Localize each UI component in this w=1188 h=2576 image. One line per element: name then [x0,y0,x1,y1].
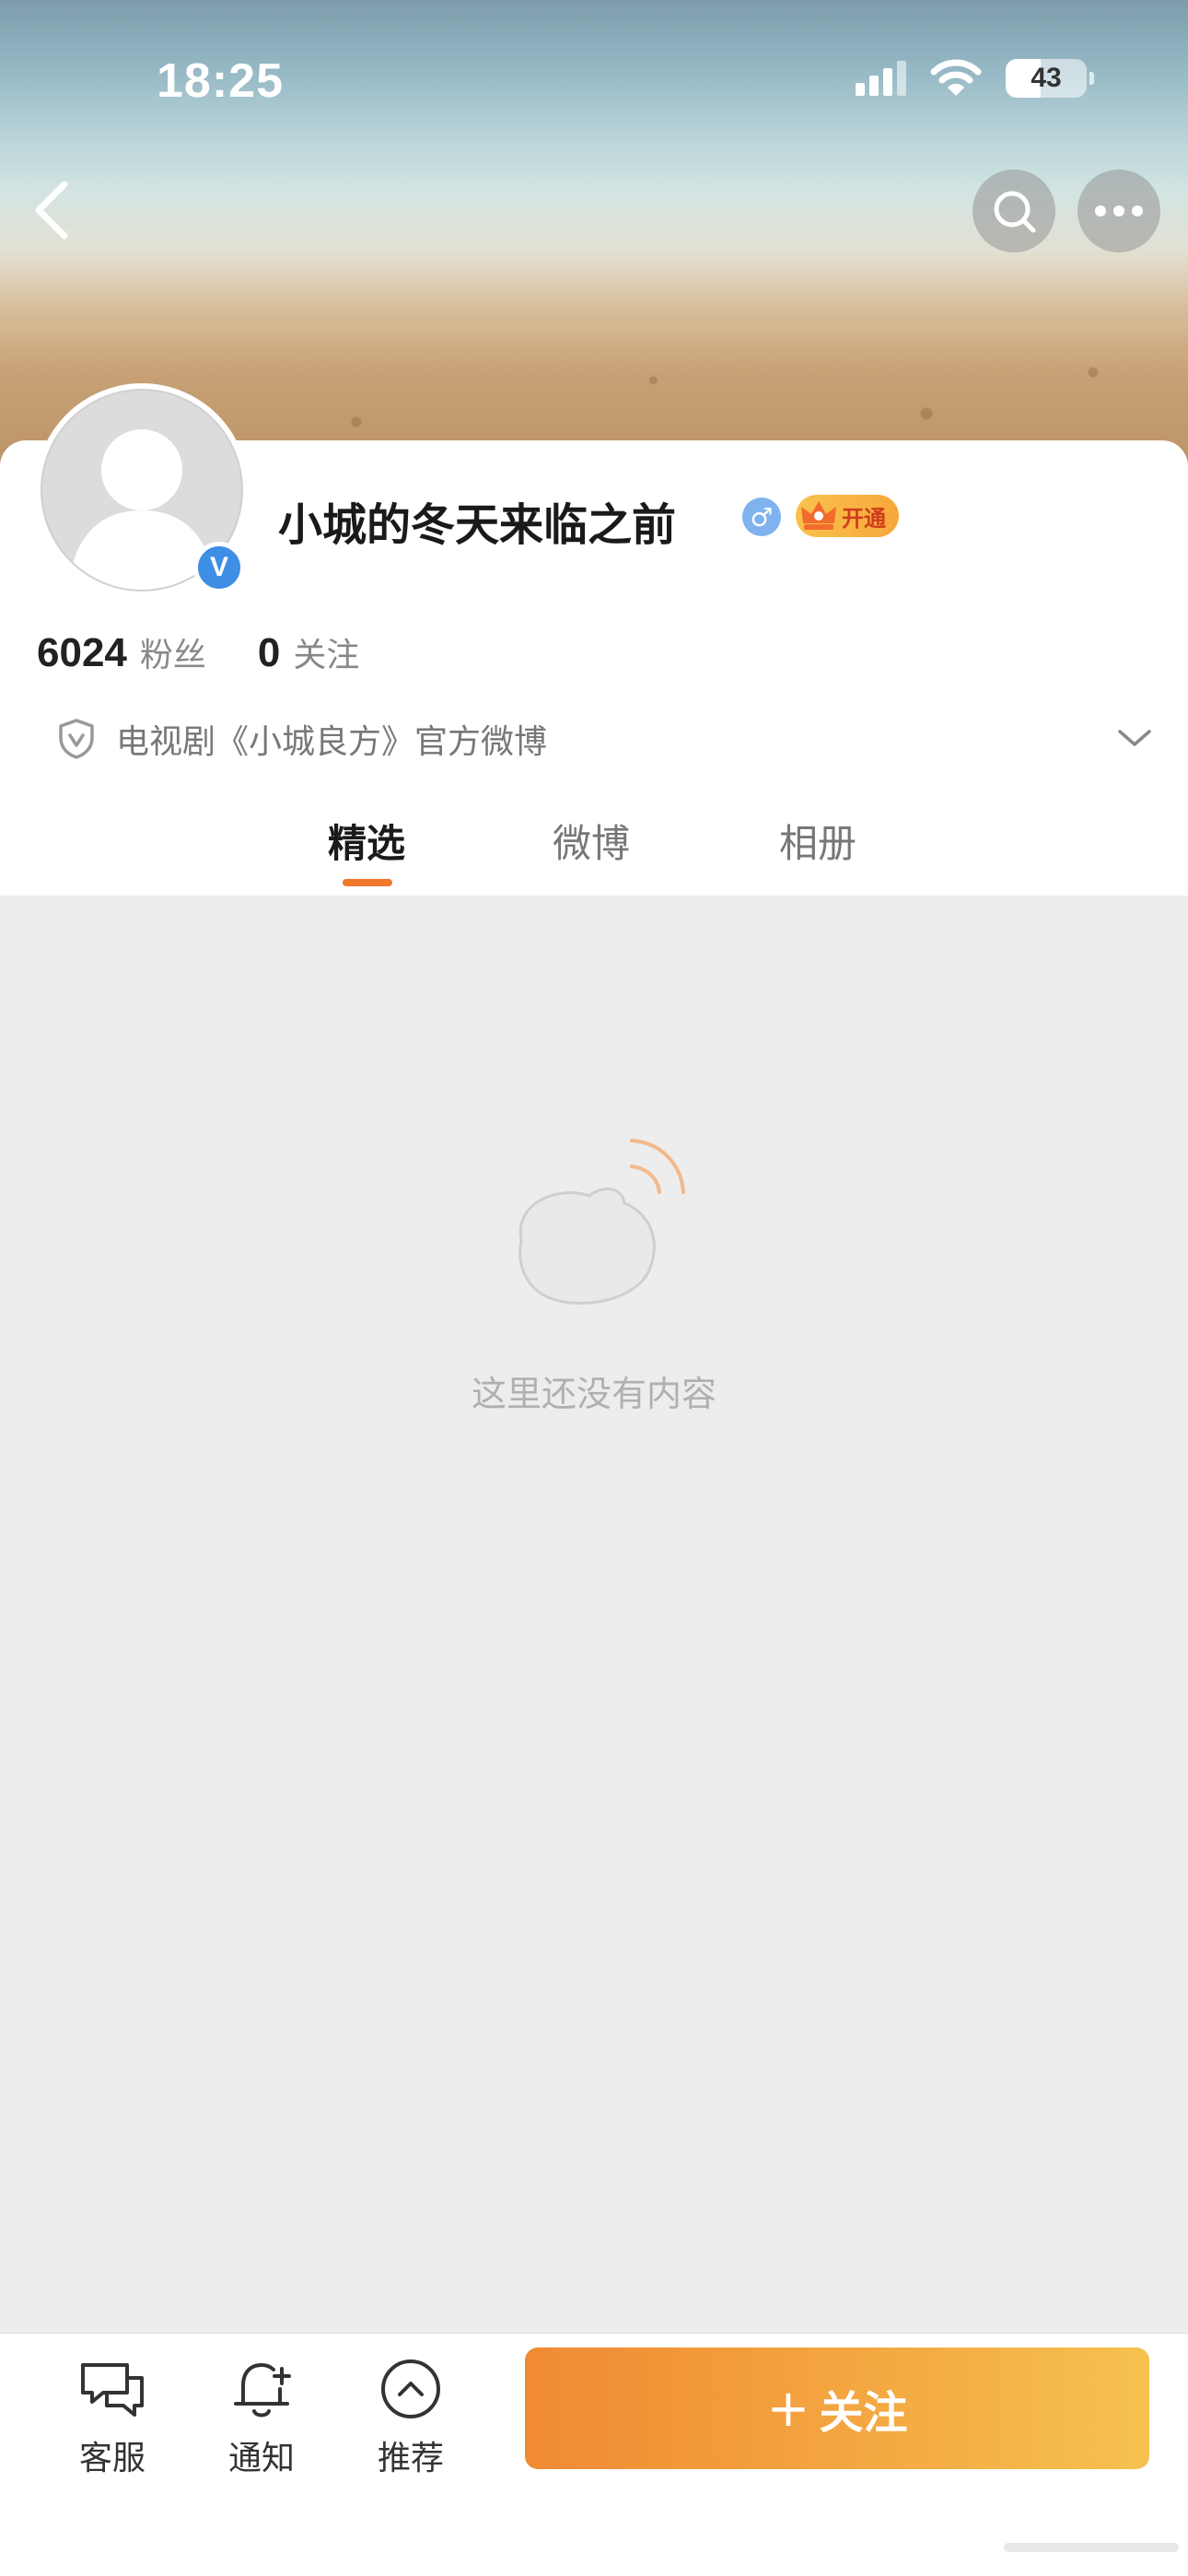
chevron-up-circle-icon [381,2359,440,2418]
notify-button[interactable]: 通知 [206,2352,317,2479]
status-time: 18:25 [157,54,284,108]
chat-icon [81,2363,144,2417]
chevron-down-icon[interactable] [1116,724,1153,752]
chevron-left-icon [35,181,68,240]
search-icon [994,191,1036,233]
back-button[interactable] [24,175,79,245]
customer-service-label: 客服 [78,2440,146,2477]
plus-icon: + [766,2378,810,2439]
tab-weibo[interactable]: 微博 [553,813,630,869]
profile-name: 小城的冬天来临之前 [278,499,677,551]
following-count[interactable]: 0 [258,630,280,676]
profile-stats: 6024 粉丝 0 关注 [37,628,359,676]
tab-album[interactable]: 相册 [779,813,856,869]
wifi-icon [930,59,982,96]
customer-service-button[interactable]: 客服 [57,2352,168,2479]
verified-badge-icon: V [193,542,245,593]
more-dots-icon [1095,205,1143,217]
verification-text: 电视剧《小城良方》官方微博 [116,723,548,761]
battery-level: 43 [1031,63,1062,93]
status-bar-icons: 43 [856,55,1094,101]
recommend-button[interactable]: 推荐 [355,2352,466,2479]
battery-icon: 43 [1006,59,1094,98]
vip-open-badge[interactable]: 开通 [796,495,899,537]
notify-label: 通知 [227,2440,295,2477]
active-tab-indicator [343,879,392,886]
search-button[interactable] [973,170,1055,252]
follow-button[interactable]: + 关注 [525,2348,1149,2469]
empty-weibo-logo-icon [518,1139,685,1306]
crown-icon [801,501,836,530]
home-indicator[interactable] [1004,2543,1179,2552]
cellular-signal-icon [856,61,906,96]
tab-featured[interactable]: 精选 [328,813,405,869]
more-button[interactable] [1077,170,1160,252]
following-label[interactable]: 关注 [293,628,359,676]
verification-info[interactable]: 电视剧《小城良方》官方微博 [57,715,547,763]
profile-tabs: 精选 微博 相册 [0,802,1188,894]
shield-verified-icon [59,719,94,759]
male-gender-icon: ♂ [742,498,781,536]
recommend-label: 推荐 [377,2440,444,2477]
bell-plus-icon [234,2362,291,2418]
vip-open-label: 开通 [842,505,886,532]
followers-count[interactable]: 6024 [37,630,127,676]
empty-state-text: 这里还没有内容 [471,1374,716,1414]
followers-label[interactable]: 粉丝 [140,628,206,676]
follow-button-label: 关注 [819,2387,908,2439]
